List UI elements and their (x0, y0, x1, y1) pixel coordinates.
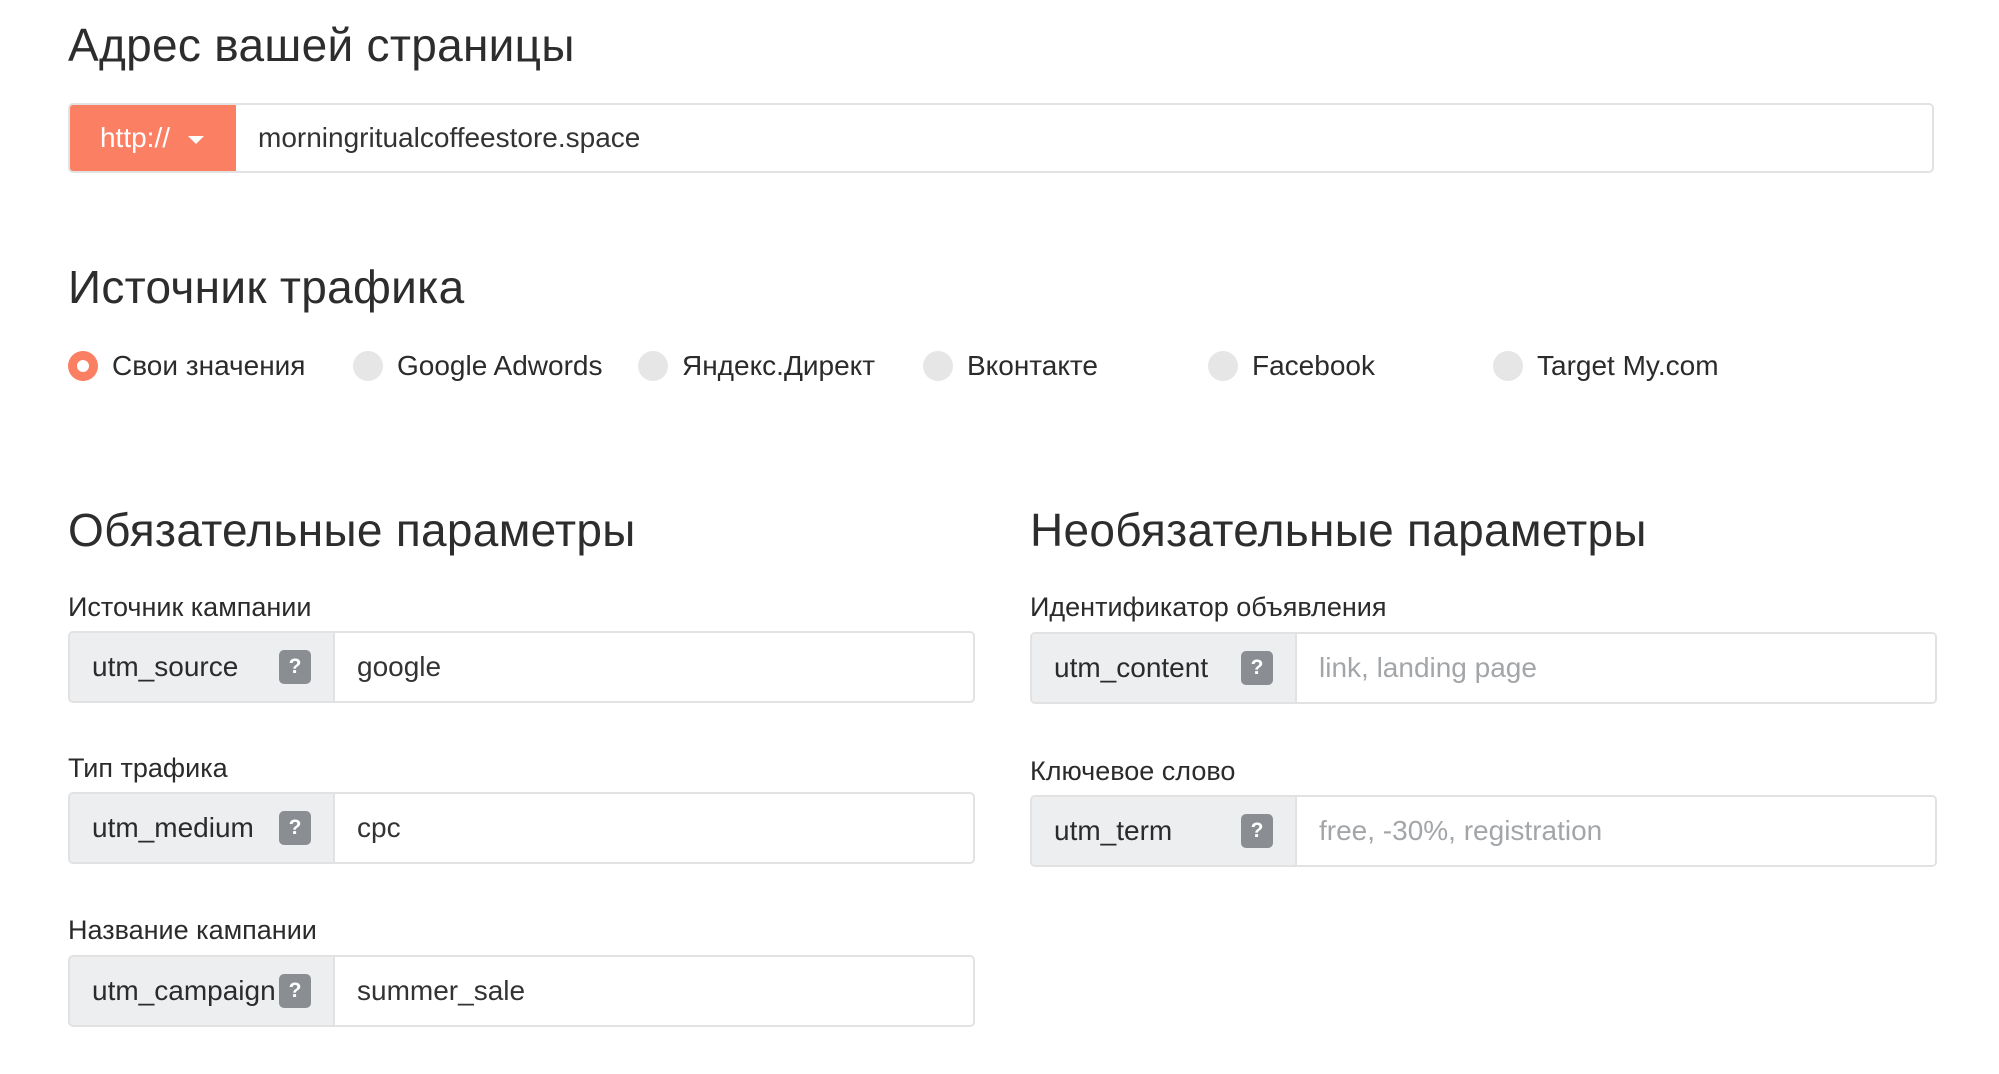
utm-term-field: utm_term ? (1030, 795, 1937, 867)
radio-unselected-icon (923, 351, 953, 381)
utm-content-field: utm_content ? (1030, 632, 1937, 704)
param-key-text: utm_content (1054, 652, 1209, 683)
utm-content-input[interactable] (1297, 634, 1935, 702)
utm-term-input[interactable] (1297, 797, 1935, 865)
radio-selected-icon (68, 351, 98, 381)
radio-target-mycom[interactable]: Target My.com (1493, 346, 1719, 386)
utm-source-input[interactable] (335, 633, 973, 701)
radio-own-values[interactable]: Свои значения (68, 346, 305, 386)
utm-source-field: utm_source ? (68, 631, 975, 703)
utm-content-key: utm_content ? (1032, 634, 1297, 702)
radio-label: Свои значения (112, 350, 306, 381)
param-key-text: utm_source (92, 651, 239, 682)
radio-label: Target My.com (1537, 350, 1719, 381)
radio-label: Facebook (1252, 350, 1375, 381)
utm-medium-input[interactable] (335, 794, 973, 862)
utm-medium-key: utm_medium ? (70, 794, 335, 862)
optional-section-title: Необязательные параметры (1030, 504, 1647, 556)
param-key-text: utm_term (1054, 815, 1173, 846)
utm-content-label: Идентификатор объявления (1030, 592, 1387, 622)
traffic-section-title: Источник трафика (68, 261, 465, 313)
radio-unselected-icon (1208, 351, 1238, 381)
protocol-dropdown[interactable]: http:// (70, 105, 236, 171)
utm-builder-page: Адрес вашей страницы http:// Источник тр… (0, 0, 1999, 1074)
param-key-text: utm_campaign (92, 975, 276, 1006)
help-icon[interactable]: ? (279, 650, 311, 684)
url-input[interactable] (236, 105, 1932, 171)
help-icon[interactable]: ? (279, 811, 311, 845)
url-row: http:// (68, 103, 1934, 173)
radio-label: Google Adwords (397, 350, 603, 381)
radio-yandex-direct[interactable]: Яндекс.Директ (638, 346, 875, 386)
protocol-label: http:// (99, 122, 171, 153)
help-icon[interactable]: ? (279, 974, 311, 1008)
help-icon[interactable]: ? (1241, 814, 1273, 848)
utm-term-label: Ключевое слово (1030, 756, 1236, 786)
caret-down-icon (188, 136, 205, 144)
radio-unselected-icon (1493, 351, 1523, 381)
utm-campaign-label: Название кампании (68, 915, 317, 945)
utm-term-key: utm_term ? (1032, 797, 1297, 865)
help-icon[interactable]: ? (1241, 651, 1273, 685)
utm-campaign-input[interactable] (335, 957, 973, 1025)
utm-medium-field: utm_medium ? (68, 792, 975, 864)
radio-unselected-icon (638, 351, 668, 381)
radio-google-adwords[interactable]: Google Adwords (353, 346, 602, 386)
utm-source-key: utm_source ? (70, 633, 335, 701)
utm-campaign-key: utm_campaign ? (70, 957, 335, 1025)
param-key-text: utm_medium (92, 812, 254, 843)
radio-label: Яндекс.Директ (682, 350, 876, 381)
radio-facebook[interactable]: Facebook (1208, 346, 1375, 386)
radio-unselected-icon (353, 351, 383, 381)
utm-campaign-field: utm_campaign ? (68, 955, 975, 1027)
radio-vkontakte[interactable]: Вконтакте (923, 346, 1098, 386)
utm-source-label: Источник кампании (68, 592, 312, 622)
radio-label: Вконтакте (967, 350, 1099, 381)
address-section-title: Адрес вашей страницы (68, 19, 575, 71)
required-section-title: Обязательные параметры (68, 504, 636, 556)
utm-medium-label: Тип трафика (68, 753, 228, 783)
